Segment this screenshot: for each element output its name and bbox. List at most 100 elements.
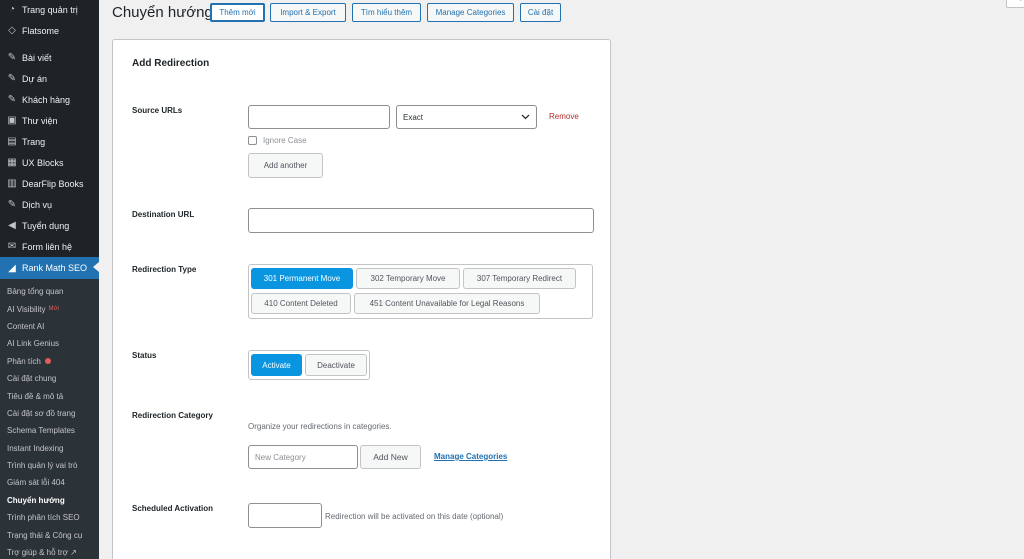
menu-recruitment[interactable]: ◀ Tuyển dụng — [0, 215, 99, 236]
manage-categories-button[interactable]: Manage Categories — [427, 3, 514, 22]
menu-label: Dịch vụ — [22, 199, 53, 210]
submenu-seo-analyzer[interactable]: Trình phân tích SEO — [0, 509, 99, 526]
menu-rank-math[interactable]: ◢ Rank Math SEO — [0, 257, 99, 279]
submenu-dashboard[interactable]: Bảng tổng quan — [0, 283, 99, 300]
menu-customers[interactable]: ✎ Khách hàng — [0, 89, 99, 110]
submenu-label: Content AI — [7, 321, 45, 331]
manage-categories-link[interactable]: Manage Categories — [434, 452, 507, 461]
destination-url-input[interactable] — [248, 208, 594, 233]
menu-label: Tuyển dụng — [22, 220, 70, 231]
submenu-titles-meta[interactable]: Tiêu đề & mô tả — [0, 387, 99, 404]
submenu-label: Trợ giúp & hỗ trợ ↗ — [7, 548, 77, 558]
submenu-general-settings[interactable]: Cài đặt chung — [0, 370, 99, 387]
menu-label: Rank Math SEO — [22, 263, 88, 273]
submenu-ai-link-genius[interactable]: AI Link Genius — [0, 335, 99, 352]
media-icon: ▣ — [7, 115, 17, 126]
megaphone-icon: ◀ — [8, 220, 16, 231]
menu-label: Thư viện — [22, 115, 58, 126]
menu-posts[interactable]: ✎ Bài viết — [0, 47, 99, 68]
menu-projects[interactable]: ✎ Dự án — [0, 68, 99, 89]
chart-icon: ◢ — [8, 262, 16, 274]
type-307-button[interactable]: 307 Temporary Redirect — [463, 268, 576, 289]
menu-contact-form[interactable]: ✉ Form liên hệ — [0, 236, 99, 257]
source-url-input[interactable] — [248, 105, 390, 129]
screen-options-button[interactable]: T — [1006, 0, 1024, 8]
submenu-label: Tiêu đề & mô tả — [7, 391, 64, 401]
submenu-help[interactable]: Trợ giúp & hỗ trợ ↗ — [0, 544, 99, 559]
submenu-role-manager[interactable]: Trình quản lý vai trò — [0, 457, 99, 474]
ignore-case-label: Ignore Case — [263, 136, 307, 145]
type-302-button[interactable]: 302 Temporary Move — [356, 268, 460, 289]
menu-services[interactable]: ✎ Dịch vụ — [0, 194, 99, 215]
settings-button[interactable]: Cài đặt — [520, 3, 561, 22]
submenu-label: Cài đặt chung — [7, 374, 57, 384]
submenu-ai-visibility[interactable]: AI Visibility Mới — [0, 300, 99, 317]
scheduled-description: Redirection will be activated on this da… — [325, 512, 504, 521]
submenu-label: Bảng tổng quan — [7, 287, 64, 297]
menu-label: Flatsome — [22, 25, 60, 36]
notification-dot — [44, 358, 51, 365]
menu-flatsome[interactable]: ◇ Flatsome — [0, 20, 99, 41]
type-410-button[interactable]: 410 Content Deleted — [251, 293, 351, 314]
ignore-case-row: Ignore Case — [248, 136, 307, 145]
menu-ux-blocks[interactable]: ▦ UX Blocks — [0, 152, 99, 173]
add-another-button[interactable]: Add another — [248, 153, 323, 178]
menu-label: DearFlip Books — [22, 178, 84, 189]
submenu-status-tools[interactable]: Trạng thái & Công cụ — [0, 526, 99, 543]
import-export-button[interactable]: Import & Export — [270, 3, 346, 22]
submenu-redirections[interactable]: Chuyển hướng — [0, 492, 99, 509]
pin-icon: ✎ — [7, 73, 17, 84]
ignore-case-checkbox[interactable] — [248, 136, 257, 145]
remove-link[interactable]: Remove — [549, 112, 579, 121]
menu-label: UX Blocks — [22, 157, 64, 168]
menu-label: Dự án — [22, 73, 48, 84]
add-new-button[interactable]: Thêm mới — [210, 3, 265, 22]
deactivate-button[interactable]: Deactivate — [305, 354, 367, 376]
submenu-analytics[interactable]: Phân tích — [0, 353, 99, 370]
type-301-button[interactable]: 301 Permanent Move — [251, 268, 353, 289]
source-urls-label: Source URLs — [132, 106, 183, 115]
menu-media[interactable]: ▣ Thư viện — [0, 110, 99, 131]
submenu-label: Trình phân tích SEO — [7, 513, 80, 523]
submenu-label: AI Visibility — [7, 304, 46, 314]
dashboard-icon: ◔ — [8, 4, 16, 15]
submenu-label: Cài đặt sơ đồ trang — [7, 408, 76, 418]
scheduled-activation-label: Scheduled Activation — [132, 504, 214, 513]
menu-pages[interactable]: ▤ Trang — [0, 131, 99, 152]
page-icon: ▤ — [7, 136, 17, 147]
status-group: Activate Deactivate — [248, 350, 370, 380]
submenu-label: Instant Indexing — [7, 443, 64, 453]
new-category-input[interactable]: New Category — [248, 445, 358, 469]
match-type-value: Exact — [403, 112, 424, 122]
submenu-schema[interactable]: Schema Templates — [0, 422, 99, 439]
submenu-label: Phân tích — [7, 356, 41, 366]
pin-icon: ✎ — [7, 94, 17, 105]
pin-icon: ✎ — [7, 52, 17, 63]
menu-dashboard[interactable]: ◔ Trang quản trị — [0, 0, 99, 20]
menu-label: Trang — [22, 136, 46, 147]
page-title: Chuyển hướng — [112, 4, 213, 21]
scheduled-date-input[interactable] — [248, 503, 322, 528]
blocks-icon: ▦ — [7, 157, 17, 168]
submenu-label: Giám sát lỗi 404 — [7, 478, 65, 488]
redirection-type-group: 301 Permanent Move 302 Temporary Move 30… — [248, 264, 593, 319]
mail-icon: ✉ — [7, 241, 17, 252]
learn-more-button[interactable]: Tìm hiểu thêm — [352, 3, 421, 22]
pin-icon: ✎ — [7, 199, 17, 210]
category-description: Organize your redirections in categories… — [248, 422, 392, 431]
new-badge: Mới — [48, 306, 59, 313]
match-type-select[interactable]: Exact — [396, 105, 537, 129]
activate-button[interactable]: Activate — [251, 354, 302, 376]
submenu-404-monitor[interactable]: Giám sát lỗi 404 — [0, 474, 99, 491]
submenu-instant-indexing[interactable]: Instant Indexing — [0, 440, 99, 457]
status-label: Status — [132, 351, 157, 360]
submenu-label: AI Link Genius — [7, 339, 60, 349]
submenu-content-ai[interactable]: Content AI — [0, 318, 99, 335]
flatsome-icon: ◇ — [8, 25, 16, 36]
add-redirection-panel: Add Redirection Source URLs Exact Remove… — [112, 39, 611, 559]
menu-label: Form liên hệ — [22, 241, 73, 252]
type-451-button[interactable]: 451 Content Unavailable for Legal Reason… — [354, 293, 540, 314]
menu-dearflip[interactable]: ▥ DearFlip Books — [0, 173, 99, 194]
submenu-sitemap[interactable]: Cài đặt sơ đồ trang — [0, 405, 99, 422]
add-new-category-button[interactable]: Add New — [360, 445, 421, 469]
